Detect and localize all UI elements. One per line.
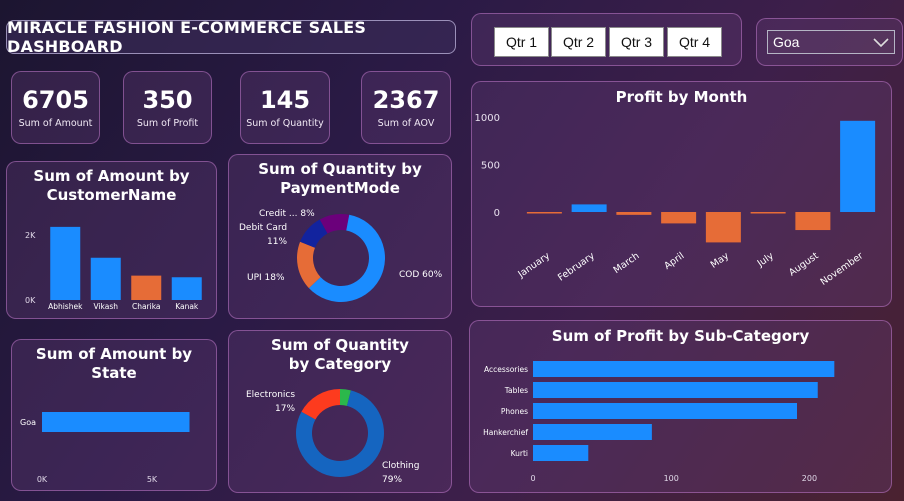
chart-profit-by-subcategory: Sum of Profit by Sub-Category Accessorie… (469, 320, 892, 493)
kpi-label: Sum of AOV (377, 118, 435, 129)
chevron-down-icon (873, 38, 889, 48)
slice-label: Electronics (246, 390, 295, 400)
bar (616, 212, 652, 215)
bar (661, 212, 697, 224)
chart-amount-by-customer: Sum of Amount by CustomerName 0K 2K Abhish… (6, 161, 217, 319)
x-tick-label: November (819, 250, 866, 287)
x-tick-label: Charika (132, 302, 161, 311)
kpi-value: 2367 (372, 86, 440, 114)
kpi-label: Sum of Profit (136, 118, 199, 129)
slice-label: 11% (267, 237, 287, 247)
y-tick-label: 500 (481, 161, 500, 172)
y-tick-label: Phones (501, 407, 528, 416)
x-tick-label: 200 (802, 474, 817, 483)
dashboard-title-box: MIRACLE FASHION E-COMMERCE SALES DASHBOA… (6, 18, 456, 56)
x-tick-label: Vikash (93, 302, 118, 311)
slice-label: Debit Card (239, 223, 287, 233)
x-tick-label: Kanak (175, 302, 199, 311)
kpi-value: 350 (142, 86, 193, 114)
bar (795, 212, 831, 231)
state-bar-chart: Goa 0K 5K (20, 412, 190, 484)
bar (50, 226, 81, 300)
chart-quantity-by-paymentmode: Sum of Quantity by PaymentMode COD 60% UP… (228, 154, 452, 319)
dashboard-title: MIRACLE FASHION E-COMMERCE SALES DASHBOA… (7, 18, 367, 56)
qtr-3-button[interactable]: Qtr 3 (609, 27, 664, 57)
x-tick-label: 0 (530, 474, 535, 483)
bar (750, 212, 786, 214)
x-tick-label: May (709, 250, 732, 270)
slice-label: 17% (275, 404, 295, 414)
chart-profit-by-month: Profit by Month 0 500 1000 January February M… (471, 81, 892, 307)
y-tick-label: 2K (25, 231, 36, 240)
bar (533, 403, 798, 419)
bar (533, 382, 818, 398)
qtr-4-button[interactable]: Qtr 4 (667, 27, 722, 57)
y-tick-label: Goa (20, 418, 36, 427)
kpi-label: Sum of Amount (18, 118, 93, 129)
kpi-card-profit: 350 Sum of Profit (123, 71, 212, 144)
y-tick-label: Hankerchief (483, 428, 528, 437)
qtr-2-button[interactable]: Qtr 2 (551, 27, 606, 57)
customer-bar-chart: 0K 2K Abhishek Vikash Charika Kanak (25, 226, 202, 311)
bar (840, 120, 876, 212)
bar (42, 412, 190, 432)
x-tick-label: July (755, 250, 776, 270)
payment-donut-chart: COD 60% UPI 18% Debit Card 11% Credit ... 8% (239, 209, 443, 302)
y-tick-label: Tables (504, 386, 528, 395)
slice-label: Clothing (382, 461, 419, 471)
slice-label: UPI 18% (247, 273, 285, 283)
bar (533, 424, 652, 440)
y-tick-label: Accessories (484, 365, 528, 374)
kpi-value: 145 (259, 86, 311, 114)
x-tick-label: 100 (664, 474, 679, 483)
x-tick-label: March (612, 250, 642, 276)
bar (526, 212, 562, 214)
state-dropdown-value: Goa (773, 34, 800, 50)
slice-label: COD 60% (399, 270, 443, 280)
bar (705, 212, 741, 243)
chart-quantity-by-category: Sum of Quantity by Category Electronics 1… (228, 330, 452, 493)
kpi-card-amount: 6705 Sum of Amount (11, 71, 100, 144)
x-tick-label: January (515, 250, 552, 280)
x-tick-label: August (787, 250, 821, 278)
x-tick-label: Abhishek (48, 302, 83, 311)
state-dropdown[interactable]: Goa (767, 30, 895, 54)
kpi-value: 6705 (22, 86, 89, 114)
kpi-card-quantity: 145 Sum of Quantity (240, 71, 330, 144)
x-tick-label: 0K (37, 475, 48, 484)
category-donut-chart: Electronics 17% Clothing 79% (246, 389, 419, 485)
slice-label: Credit ... 8% (259, 209, 315, 219)
x-tick-label: April (662, 250, 686, 271)
qtr-1-button[interactable]: Qtr 1 (494, 27, 549, 57)
subcategory-bar-chart: Accessories Tables Phones Hankerchief Kurti 0… (483, 361, 835, 483)
donut-slice (301, 389, 340, 420)
x-tick-label: February (556, 250, 597, 283)
bar (571, 204, 607, 212)
kpi-label: Sum of Quantity (246, 118, 324, 129)
quarter-slicer: Qtr 1 Qtr 2 Qtr 3 Qtr 4 (471, 13, 742, 66)
bar (131, 275, 162, 300)
y-tick-label: 1000 (475, 113, 500, 124)
kpi-card-aov: 2367 Sum of AOV (361, 71, 451, 144)
x-tick-label: 5K (147, 475, 158, 484)
chart-amount-by-state: Sum of Amount by State Goa 0K 5K (11, 339, 217, 491)
y-tick-label: 0 (494, 208, 500, 219)
y-tick-label: 0K (25, 296, 36, 305)
bar (533, 361, 835, 377)
month-bar-chart: 0 500 1000 January February March April May July… (475, 113, 876, 288)
y-tick-label: Kurti (511, 449, 528, 458)
state-slicer: Goa (756, 18, 903, 66)
bar (90, 257, 121, 300)
bar (533, 445, 589, 461)
slice-label: 79% (382, 475, 402, 485)
bar (171, 277, 202, 300)
